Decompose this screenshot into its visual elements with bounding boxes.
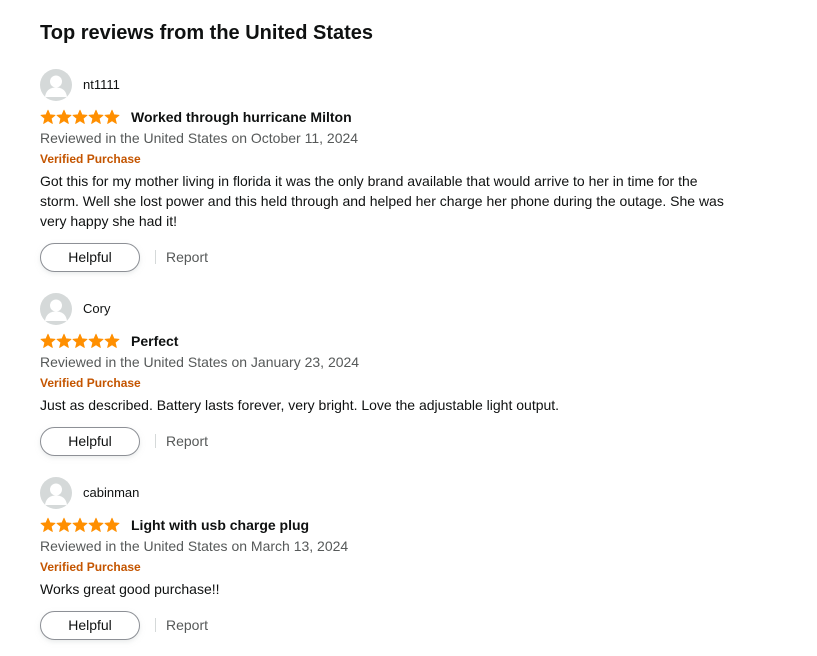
star-rating[interactable]: [40, 333, 120, 349]
review-card: Cory Perfect Reviewed in the United Stat…: [40, 293, 780, 457]
user-silhouette-icon: [45, 299, 67, 321]
star-filled-icon: [56, 109, 72, 124]
action-divider: [155, 250, 156, 264]
reviewer-name: Cory: [83, 301, 111, 316]
star-filled-icon: [88, 517, 104, 532]
report-link[interactable]: Report: [166, 617, 208, 633]
review-body: Got this for my mother living in florida…: [40, 173, 724, 229]
star-filled-icon: [72, 517, 88, 532]
star-rating[interactable]: [40, 517, 120, 533]
review-card: nt1111 Worked through hurricane Milton R…: [40, 69, 780, 273]
review-card: cabinman Light with usb charge plug Revi…: [40, 477, 780, 641]
user-silhouette-icon: [45, 75, 67, 97]
review-actions: Helpful Report: [40, 425, 780, 457]
star-filled-icon: [104, 333, 120, 348]
reviewer-profile[interactable]: nt1111: [40, 69, 780, 101]
star-rating[interactable]: [40, 109, 120, 125]
star-filled-icon: [56, 517, 72, 532]
star-filled-icon: [104, 517, 120, 532]
reviewer-profile[interactable]: cabinman: [40, 477, 780, 509]
star-filled-icon: [72, 109, 88, 124]
review-date: Reviewed in the United States on October…: [40, 130, 359, 146]
helpful-button[interactable]: Helpful: [40, 426, 140, 456]
star-filled-icon: [56, 333, 72, 348]
helpful-button[interactable]: Helpful: [40, 242, 140, 272]
star-filled-icon: [72, 333, 88, 348]
star-filled-icon: [40, 517, 56, 532]
reviewer-name: cabinman: [83, 485, 140, 500]
review-actions: Helpful Report: [40, 609, 780, 641]
star-filled-icon: [40, 333, 56, 348]
reviewer-profile[interactable]: Cory: [40, 293, 780, 325]
verified-purchase-badge: Verified Purchase: [40, 560, 141, 574]
review-date: Reviewed in the United States on March 1…: [40, 538, 349, 554]
report-link[interactable]: Report: [166, 433, 208, 449]
star-filled-icon: [88, 333, 104, 348]
review-date: Reviewed in the United States on January…: [40, 354, 360, 370]
action-divider: [155, 618, 156, 632]
avatar: [40, 69, 72, 101]
user-silhouette-icon: [45, 483, 67, 505]
avatar: [40, 293, 72, 325]
review-actions: Helpful Report: [40, 241, 780, 273]
star-filled-icon: [104, 109, 120, 124]
verified-purchase-badge: Verified Purchase: [40, 376, 141, 390]
avatar: [40, 477, 72, 509]
star-filled-icon: [88, 109, 104, 124]
verified-purchase-badge: Verified Purchase: [40, 152, 141, 166]
star-filled-icon: [40, 109, 56, 124]
action-divider: [155, 434, 156, 448]
helpful-button[interactable]: Helpful: [40, 610, 140, 640]
review-title[interactable]: Perfect: [131, 331, 178, 351]
reviewer-name: nt1111: [83, 77, 120, 92]
review-body: Just as described. Battery lasts forever…: [40, 397, 560, 413]
review-body: Works great good purchase!!: [40, 581, 220, 597]
reviews-page: Top reviews from the United States nt111…: [0, 0, 817, 656]
review-title[interactable]: Worked through hurricane Milton: [131, 107, 352, 127]
section-title: Top reviews from the United States: [40, 22, 374, 44]
review-title[interactable]: Light with usb charge plug: [131, 515, 309, 535]
report-link[interactable]: Report: [166, 249, 208, 265]
